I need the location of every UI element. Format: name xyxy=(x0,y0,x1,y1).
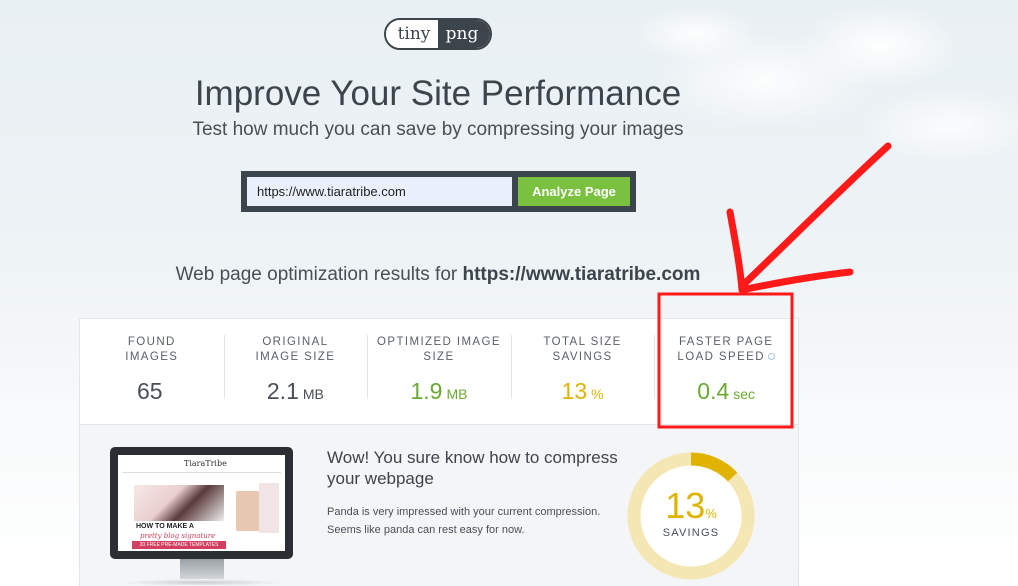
stat-number: 13 xyxy=(561,378,588,404)
logo-right-text: png xyxy=(438,20,490,48)
stat-label-line2: SIZE xyxy=(423,351,455,363)
stat-label: OPTIMIZED IMAGE SIZE xyxy=(367,335,511,367)
preview-nav xyxy=(122,472,281,473)
stat-label-line1: OPTIMIZED IMAGE xyxy=(377,336,501,348)
stat-original-size: ORIGINAL IMAGE SIZE 2.1 MB xyxy=(223,319,368,424)
preview-hero-image xyxy=(134,485,224,521)
analyze-page-button[interactable]: Analyze Page xyxy=(518,177,630,206)
url-input[interactable] xyxy=(247,177,512,206)
stat-value: 65 xyxy=(80,378,224,405)
preview-line1: HOW TO MAKE A xyxy=(136,523,194,530)
stat-label-line1: ORIGINAL xyxy=(262,336,329,348)
analyze-form: Analyze Page xyxy=(241,171,636,212)
stat-value: 13% xyxy=(511,378,655,405)
stat-label-line2: IMAGES xyxy=(125,351,179,363)
savings-label: SAVINGS xyxy=(662,527,720,539)
stat-found-images: FOUND IMAGES 65 xyxy=(80,319,224,424)
page-subtitle: Test how much you can save by compressin… xyxy=(192,119,684,140)
stat-label: FASTER PAGE LOAD SPEED xyxy=(654,335,798,367)
stat-total-savings: TOTAL SIZE SAVINGS 13% xyxy=(510,319,655,424)
website-preview-monitor: TiaraTribe HOW TO MAKE A pretty blog sig… xyxy=(110,447,293,559)
website-preview-screen: TiaraTribe HOW TO MAKE A pretty blog sig… xyxy=(118,455,285,551)
stat-number: 1.9 xyxy=(410,378,443,404)
stat-label-line2: IMAGE SIZE xyxy=(255,351,336,363)
stats-bar: FOUND IMAGES 65 ORIGINAL IMAGE SIZE 2.1 M… xyxy=(79,318,799,425)
stat-label-line1: TOTAL SIZE xyxy=(543,336,622,348)
stat-label: TOTAL SIZE SAVINGS xyxy=(511,335,655,367)
tinypng-logo[interactable]: tiny png xyxy=(384,18,492,50)
stat-unit: % xyxy=(591,386,604,402)
stat-number: 0.4 xyxy=(697,378,730,404)
results-prefix: Web page optimization results for xyxy=(175,264,458,285)
stat-number: 65 xyxy=(137,378,163,404)
stat-unit: MB xyxy=(302,386,324,402)
monitor-base xyxy=(120,579,284,586)
stat-value: 2.1 MB xyxy=(224,378,368,405)
stat-unit: sec xyxy=(733,386,756,402)
results-url: https://www.tiaratribe.com xyxy=(462,264,701,285)
stat-optimized-size: OPTIMIZED IMAGE SIZE 1.9 MB xyxy=(367,319,511,424)
stat-label-line1: FOUND xyxy=(127,336,176,348)
result-heading: Wow! You sure know how to compress your … xyxy=(327,448,618,488)
preview-logo: TiaraTribe xyxy=(184,459,227,468)
preview-line3: 20 FREE PRE-MADE TEMPLATES xyxy=(132,541,226,549)
stat-label-line2: LOAD SPEED xyxy=(677,351,765,363)
stat-value: 1.9 MB xyxy=(367,378,511,405)
results-heading: Web page optimization results for https:… xyxy=(0,264,876,286)
stat-label: FOUND IMAGES xyxy=(80,335,224,367)
savings-value: 13% xyxy=(626,485,756,527)
savings-unit: % xyxy=(705,506,717,521)
result-panel: TiaraTribe HOW TO MAKE A pretty blog sig… xyxy=(79,425,799,586)
stat-label-line1: FASTER PAGE xyxy=(678,336,774,348)
stat-number: 2.1 xyxy=(266,378,299,404)
info-icon[interactable] xyxy=(767,353,775,361)
stat-value: 0.4 sec xyxy=(654,378,798,405)
logo-left-text: tiny xyxy=(386,20,438,48)
monitor-stand xyxy=(180,559,224,581)
preview-sidebar xyxy=(259,483,279,533)
result-body: Panda is very impressed with your curren… xyxy=(327,506,601,536)
stat-load-speed: FASTER PAGE LOAD SPEED 0.4 sec xyxy=(654,319,798,424)
stat-label-line2: SAVINGS xyxy=(552,351,613,363)
preview-line2: pretty blog signature xyxy=(140,532,216,540)
stat-unit: MB xyxy=(446,386,468,402)
savings-number: 13 xyxy=(665,485,706,526)
page-title: Improve Your Site Performance xyxy=(194,74,682,113)
stat-label: ORIGINAL IMAGE SIZE xyxy=(224,335,368,367)
